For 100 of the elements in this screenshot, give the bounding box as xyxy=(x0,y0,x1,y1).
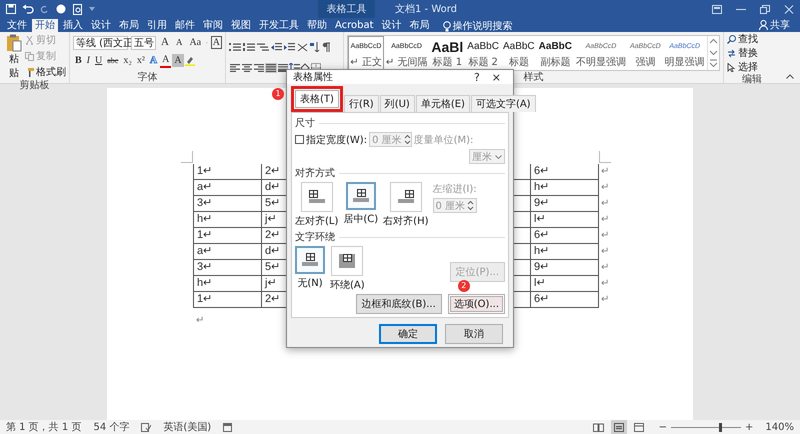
more-styles-icon[interactable] xyxy=(708,58,719,69)
char-border-button[interactable]: A xyxy=(210,36,222,50)
lightbulb-icon[interactable] xyxy=(442,21,451,32)
editing-button[interactable]: 查找 xyxy=(727,32,777,46)
font-button[interactable]: Aa xyxy=(187,36,204,50)
checkbox[interactable] xyxy=(295,135,304,144)
dialog-button[interactable]: 取消 xyxy=(445,324,503,344)
ribbon-tab[interactable]: 审阅 xyxy=(200,19,226,32)
table-cell: h↵ xyxy=(531,244,599,260)
font-button[interactable]: abc xyxy=(105,54,120,68)
font-button[interactable]: U xyxy=(93,54,104,68)
customize-caret-icon[interactable] xyxy=(89,7,95,11)
bullets-icon[interactable] xyxy=(229,43,241,52)
ribbon-tab[interactable]: 文件 xyxy=(4,19,30,32)
page-count[interactable]: 第 1 页，共 1 页 xyxy=(6,420,82,434)
view-button[interactable] xyxy=(610,420,627,434)
help-button[interactable]: ? xyxy=(468,70,486,84)
sort-icon[interactable] xyxy=(310,42,320,52)
font-button[interactable]: x₂ xyxy=(121,54,134,68)
ribbon-tab[interactable]: 开始 xyxy=(32,19,58,32)
ribbon-tab[interactable]: 开发工具 xyxy=(256,19,302,32)
ribbon-tab[interactable]: Acrobat xyxy=(332,19,377,32)
close-button[interactable]: × xyxy=(486,70,507,84)
layout-option[interactable]: 右对齐(H) xyxy=(383,182,428,228)
print-preview-icon[interactable] xyxy=(73,4,83,14)
redo-icon[interactable] xyxy=(40,4,49,14)
increase-indent-icon[interactable] xyxy=(284,42,295,52)
table-cell: l↵ xyxy=(531,276,599,292)
dialog-tab[interactable]: 行(R) xyxy=(344,95,379,112)
multilevel-list-icon[interactable] xyxy=(257,43,269,52)
alignment-button[interactable] xyxy=(253,62,265,73)
ribbon-tab[interactable]: 视图 xyxy=(228,19,254,32)
align-right-icon xyxy=(254,64,264,72)
table-cell: 9↵ xyxy=(531,196,599,212)
slider-thumb[interactable] xyxy=(718,422,722,432)
zoom-level[interactable]: 140% xyxy=(765,422,794,432)
dialog-tab[interactable]: 单元格(E) xyxy=(416,95,470,112)
decrease-indent-icon[interactable] xyxy=(271,42,282,52)
font-button[interactable]: A xyxy=(159,36,171,50)
table-cell: 6↵ xyxy=(531,292,599,308)
row-end-mark: ↵ xyxy=(600,277,610,291)
style-item[interactable]: AaBbC 标题 xyxy=(500,36,537,70)
dialog-tab[interactable]: 表格(T) xyxy=(291,86,343,112)
dialog-tab[interactable]: 列(U) xyxy=(380,95,415,112)
language-indicator[interactable]: 英语(美国) xyxy=(163,420,212,434)
font-button[interactable]: A xyxy=(172,54,184,68)
ribbon-tab[interactable]: 邮件 xyxy=(172,19,198,32)
clipboard-button[interactable]: 格式刷 xyxy=(25,65,66,79)
numbering-icon[interactable] xyxy=(243,43,255,52)
dialog-tab[interactable]: 可选文字(A) xyxy=(470,95,536,112)
ribbon-display-icon[interactable] xyxy=(712,4,722,14)
table-cell: 3↵ xyxy=(193,196,262,212)
font-button[interactable]: x² xyxy=(134,54,147,68)
highlighter-icon[interactable] xyxy=(184,56,195,66)
search-field[interactable]: 操作说明搜索 xyxy=(452,21,533,32)
share-button[interactable]: 共享 xyxy=(759,18,790,32)
alignment-button[interactable] xyxy=(241,62,253,73)
font-button[interactable]: B xyxy=(73,54,84,68)
zoom-out-button[interactable]: − xyxy=(658,422,668,432)
font-size-field[interactable]: 五号 xyxy=(131,36,156,50)
ribbon-tab[interactable]: 引用 xyxy=(144,19,170,32)
ribbon-tab[interactable]: 帮助 xyxy=(304,19,330,32)
restore-icon[interactable] xyxy=(760,4,770,14)
font-button[interactable]: I xyxy=(84,54,92,68)
ribbon-tab[interactable]: 插入 xyxy=(60,19,86,32)
asian-layout-icon[interactable] xyxy=(297,42,308,52)
show-marks-icon[interactable] xyxy=(322,42,331,52)
style-item[interactable]: AaBbC 副标题 xyxy=(536,36,574,70)
table-right-icon xyxy=(398,190,414,204)
close-icon[interactable] xyxy=(784,4,794,14)
ribbon-tab[interactable]: 布局 xyxy=(406,19,433,32)
alignment-button[interactable] xyxy=(229,62,241,73)
undo-icon[interactable] xyxy=(22,4,34,14)
zoom-in-button[interactable]: + xyxy=(745,422,754,432)
macro-record-icon[interactable] xyxy=(223,422,232,432)
editing-button[interactable]: 选择 xyxy=(727,60,777,74)
alignment-button[interactable] xyxy=(265,62,277,73)
dialog-button[interactable]: 边框和底纹(B)... xyxy=(356,294,442,314)
ribbon-tab[interactable]: 设计 xyxy=(88,19,114,32)
touch-mode-icon[interactable] xyxy=(55,4,67,14)
dialog-button[interactable]: 选项(O)... xyxy=(448,294,505,314)
word-count[interactable]: 54 个字 xyxy=(93,420,130,434)
proofing-icon[interactable] xyxy=(141,422,152,432)
ribbon-tab[interactable]: 设计 xyxy=(378,19,405,32)
style-item[interactable]: AaBl 标题 1 xyxy=(429,36,466,70)
checkbox-label: 指定宽度(W): xyxy=(306,134,368,146)
table-cell: 6↵ xyxy=(531,228,599,244)
paste-button[interactable]: 粘贴 xyxy=(3,32,25,80)
save-icon[interactable] xyxy=(6,4,16,14)
editing-button[interactable]: 替换 xyxy=(727,46,777,60)
collapse-ribbon-icon[interactable] xyxy=(786,74,794,79)
dialog-button[interactable]: 确定 xyxy=(379,324,437,344)
row-end-mark: ↵ xyxy=(600,213,610,227)
font-button[interactable]: A xyxy=(174,36,184,50)
table-cell: a↵ xyxy=(193,180,262,196)
web-layout-icon xyxy=(634,422,644,432)
ribbon-tab[interactable]: 布局 xyxy=(116,19,142,32)
dropdown-caret-icon xyxy=(495,154,502,158)
table-cell: h↵ xyxy=(531,180,599,196)
style-item[interactable]: AaBbC 标题 2 xyxy=(465,36,501,70)
